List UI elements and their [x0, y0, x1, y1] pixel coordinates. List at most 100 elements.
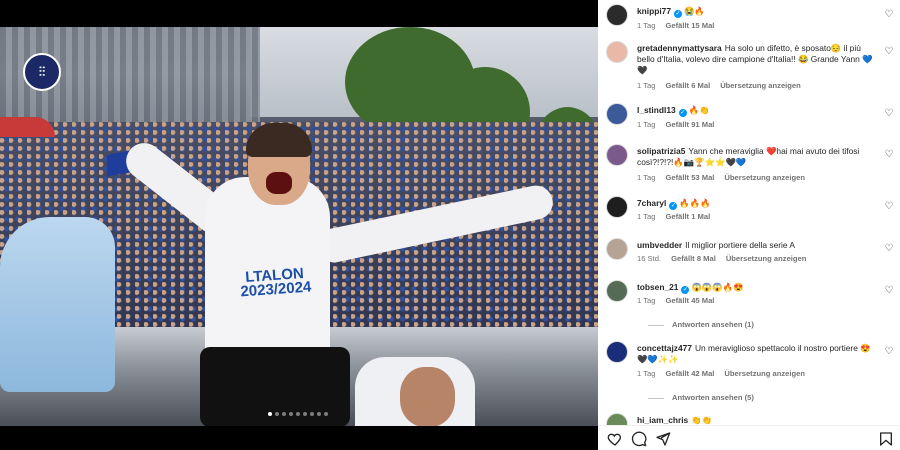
comment-likes[interactable]: Gefällt 6 Mal	[665, 81, 710, 90]
comment-likes[interactable]: Gefällt 53 Mal	[665, 173, 714, 182]
comment-likes[interactable]: Gefällt 1 Mal	[665, 212, 710, 221]
bookmark-icon[interactable]	[878, 431, 894, 447]
comment-text: knippi77 ✓ 😭🔥	[637, 6, 875, 18]
comment-username[interactable]: umbvedder	[637, 240, 682, 250]
verified-badge-icon: ✓	[669, 202, 678, 210]
avatar[interactable]	[606, 280, 628, 302]
comment-likes[interactable]: Gefällt 91 Mal	[665, 120, 714, 129]
comment-like-icon[interactable]: ♡	[884, 244, 894, 254]
comment-meta: 1 Tag Gefällt 91 Mal	[637, 120, 724, 129]
comment-body: 👏👏	[691, 415, 713, 425]
post-photo[interactable]: LTALON 2023/2024	[0, 27, 598, 426]
post-media: LTALON 2023/2024 ⫶⫶	[0, 0, 598, 450]
replies-divider	[648, 324, 664, 326]
avatar[interactable]	[606, 103, 628, 125]
comment-username[interactable]: 7charyl	[637, 198, 666, 208]
translate-link[interactable]: Übersetzung anzeigen	[724, 369, 805, 378]
avatar[interactable]	[606, 4, 628, 26]
comment-age: 1 Tag	[637, 369, 656, 378]
translate-link[interactable]: Übersetzung anzeigen	[726, 254, 807, 263]
comment-age: 1 Tag	[637, 21, 656, 30]
photo-flag	[0, 117, 55, 137]
comment-body: 🔥🔥🔥	[679, 198, 711, 208]
comment-age: 1 Tag	[637, 212, 656, 221]
view-replies-link[interactable]: Antworten ansehen (5)	[648, 393, 754, 402]
comment-like-icon[interactable]: ♡	[884, 10, 894, 20]
comment-text: concettajz477 Un meraviglioso spettacolo …	[637, 343, 875, 365]
comment-list[interactable]: knippi77 ✓ 😭🔥 1 Tag Gefällt 15 Mal ♡ gretadenn…	[598, 0, 900, 425]
comment-text: l_stindl13 ✓ 🔥👏	[637, 105, 875, 117]
carousel-dot[interactable]	[317, 412, 321, 416]
verified-badge-icon: ✓	[678, 109, 687, 117]
translate-link[interactable]: Übersetzung anzeigen	[720, 81, 801, 90]
comment-age: 16 Std.	[637, 254, 662, 263]
comment-body: 😭🔥	[683, 6, 705, 16]
view-replies-label[interactable]: Antworten ansehen (5)	[672, 393, 754, 402]
comment-meta: 1 Tag Gefällt 1 Mal	[637, 212, 720, 221]
heart-outline-icon[interactable]	[607, 431, 623, 447]
comment-like-icon[interactable]: ♡	[884, 347, 894, 357]
carousel-dot[interactable]	[275, 412, 279, 416]
comment-username[interactable]: tobsen_21	[637, 282, 678, 292]
comment-likes[interactable]: Gefällt 45 Mal	[665, 296, 714, 305]
comment-meta: 1 Tag Gefällt 42 Mal Übersetzung anzeigen	[637, 369, 815, 378]
carousel-dot[interactable]	[268, 412, 272, 416]
shirt-print: LTALON 2023/2024	[239, 264, 312, 301]
avatar[interactable]	[606, 41, 628, 63]
comment-username[interactable]: knippi77	[637, 6, 671, 16]
comment-text: hi_iam_chris 👏👏	[637, 415, 875, 425]
comment-like-icon[interactable]: ♡	[884, 202, 894, 212]
comment-likes[interactable]: Gefällt 15 Mal	[665, 21, 714, 30]
view-replies-label[interactable]: Antworten ansehen (1)	[672, 320, 754, 329]
carousel-dot[interactable]	[324, 412, 328, 416]
comment-icon[interactable]	[631, 431, 647, 447]
avatar[interactable]	[606, 144, 628, 166]
comment-like-icon[interactable]: ♡	[884, 286, 894, 296]
carousel-dot[interactable]	[310, 412, 314, 416]
comment-username[interactable]: solipatrizia5	[637, 146, 685, 156]
comment-username[interactable]: concettajz477	[637, 343, 692, 353]
action-bar	[598, 425, 900, 450]
comment-text: umbvedder Il miglior portiere della serie…	[637, 240, 875, 251]
comment-likes[interactable]: Gefällt 42 Mal	[665, 369, 714, 378]
comment-meta: 1 Tag Gefällt 53 Mal Übersetzung anzeigen	[637, 173, 815, 182]
translate-link[interactable]: Übersetzung anzeigen	[724, 173, 805, 182]
share-icon[interactable]	[655, 431, 671, 447]
carousel-dot[interactable]	[296, 412, 300, 416]
photo-person	[0, 217, 115, 392]
comment-likes[interactable]: Gefällt 8 Mal	[671, 254, 716, 263]
photo-face	[400, 367, 455, 426]
verified-badge-icon: ✓	[673, 10, 682, 18]
comment-text: 7charyl ✓ 🔥🔥🔥	[637, 198, 875, 210]
comment-age: 1 Tag	[637, 81, 656, 90]
comment-body: 😱😱😱🔥😍	[691, 282, 744, 292]
comment-age: 1 Tag	[637, 296, 656, 305]
comment-username[interactable]: hi_iam_chris	[637, 415, 688, 425]
comment-text: tobsen_21 ✓ 😱😱😱🔥😍	[637, 282, 875, 294]
comment-age: 1 Tag	[637, 173, 656, 182]
comments-panel: knippi77 ✓ 😭🔥 1 Tag Gefällt 15 Mal ♡ gretadenn…	[598, 0, 900, 450]
comment-text: solipatrizia5 Yann che meraviglia ❤️hai m…	[637, 146, 875, 168]
carousel-dot[interactable]	[289, 412, 293, 416]
carousel-dot[interactable]	[303, 412, 307, 416]
comment-like-icon[interactable]: ♡	[884, 150, 894, 160]
comment-body: Il miglior portiere della serie A	[685, 240, 796, 250]
carousel-dots	[268, 412, 328, 416]
avatar[interactable]	[606, 413, 628, 425]
photo-mouth	[266, 172, 292, 194]
comment-age: 1 Tag	[637, 120, 656, 129]
avatar[interactable]	[606, 238, 628, 260]
comment-username[interactable]: l_stindl13	[637, 105, 676, 115]
comment-like-icon[interactable]: ♡	[884, 109, 894, 119]
avatar[interactable]	[606, 196, 628, 218]
comment-meta: 1 Tag Gefällt 15 Mal	[637, 21, 724, 30]
view-replies-link[interactable]: Antworten ansehen (1)	[648, 320, 754, 329]
comment-meta: 16 Std. Gefällt 8 Mal Übersetzung anzeigen	[637, 254, 816, 263]
avatar[interactable]	[606, 341, 628, 363]
inter-logo: ⫶⫶	[23, 53, 61, 91]
comment-username[interactable]: gretadennymattysara	[637, 43, 722, 53]
comment-like-icon[interactable]: ♡	[884, 47, 894, 57]
carousel-dot[interactable]	[282, 412, 286, 416]
comment-meta: 1 Tag Gefällt 45 Mal	[637, 296, 724, 305]
verified-badge-icon: ✓	[681, 286, 690, 294]
